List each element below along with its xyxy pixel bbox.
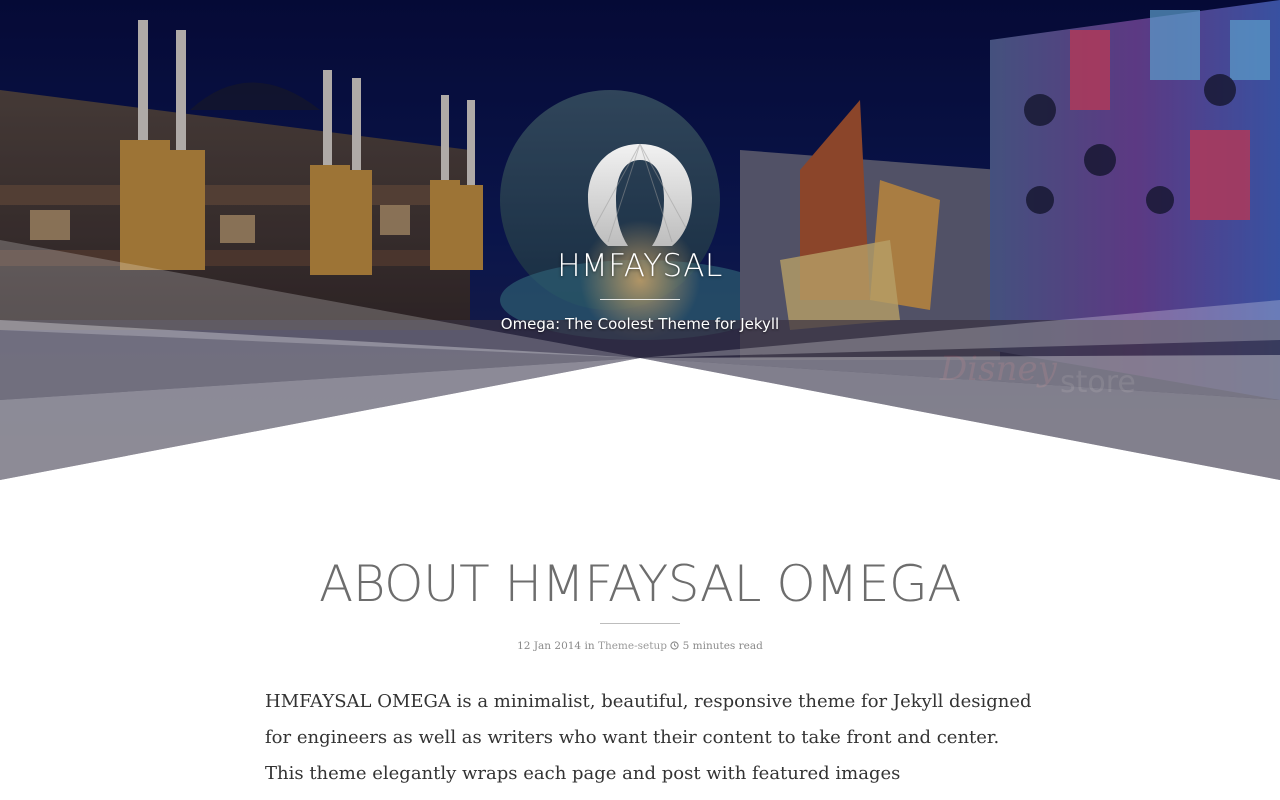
post-title-divider <box>600 623 680 624</box>
site-title[interactable]: HMFAYSAL <box>0 248 1280 284</box>
post-intro-paragraph: HMFAYSAL OMEGA is a minimalist, beautifu… <box>265 684 1032 792</box>
post-intro-line: for engineers as well as writers who wan… <box>265 727 1000 748</box>
post-category-link[interactable]: Theme-setup <box>598 640 667 652</box>
post-meta: 12 Jan 2014 in Theme-setup 5 minutes rea… <box>0 640 1280 652</box>
post-title: ABOUT HMFAYSAL OMEGA <box>319 555 961 613</box>
post-meta-in: in <box>584 640 595 652</box>
hero-header: Disney store <box>0 0 1280 480</box>
post-intro-line: HMFAYSAL OMEGA is a minimalist, beautifu… <box>265 691 1032 712</box>
post-read-time: 5 minutes read <box>682 640 763 652</box>
site-branding: HMFAYSAL Omega: The Coolest Theme for Je… <box>0 0 1280 480</box>
post-date: 12 Jan 2014 <box>517 640 582 652</box>
title-divider <box>600 299 680 300</box>
post-intro-line: This theme elegantly wraps each page and… <box>265 763 901 784</box>
omega-logo-icon[interactable] <box>584 138 696 250</box>
site-tagline: Omega: The Coolest Theme for Jekyll <box>500 315 780 333</box>
clock-icon <box>670 641 679 650</box>
